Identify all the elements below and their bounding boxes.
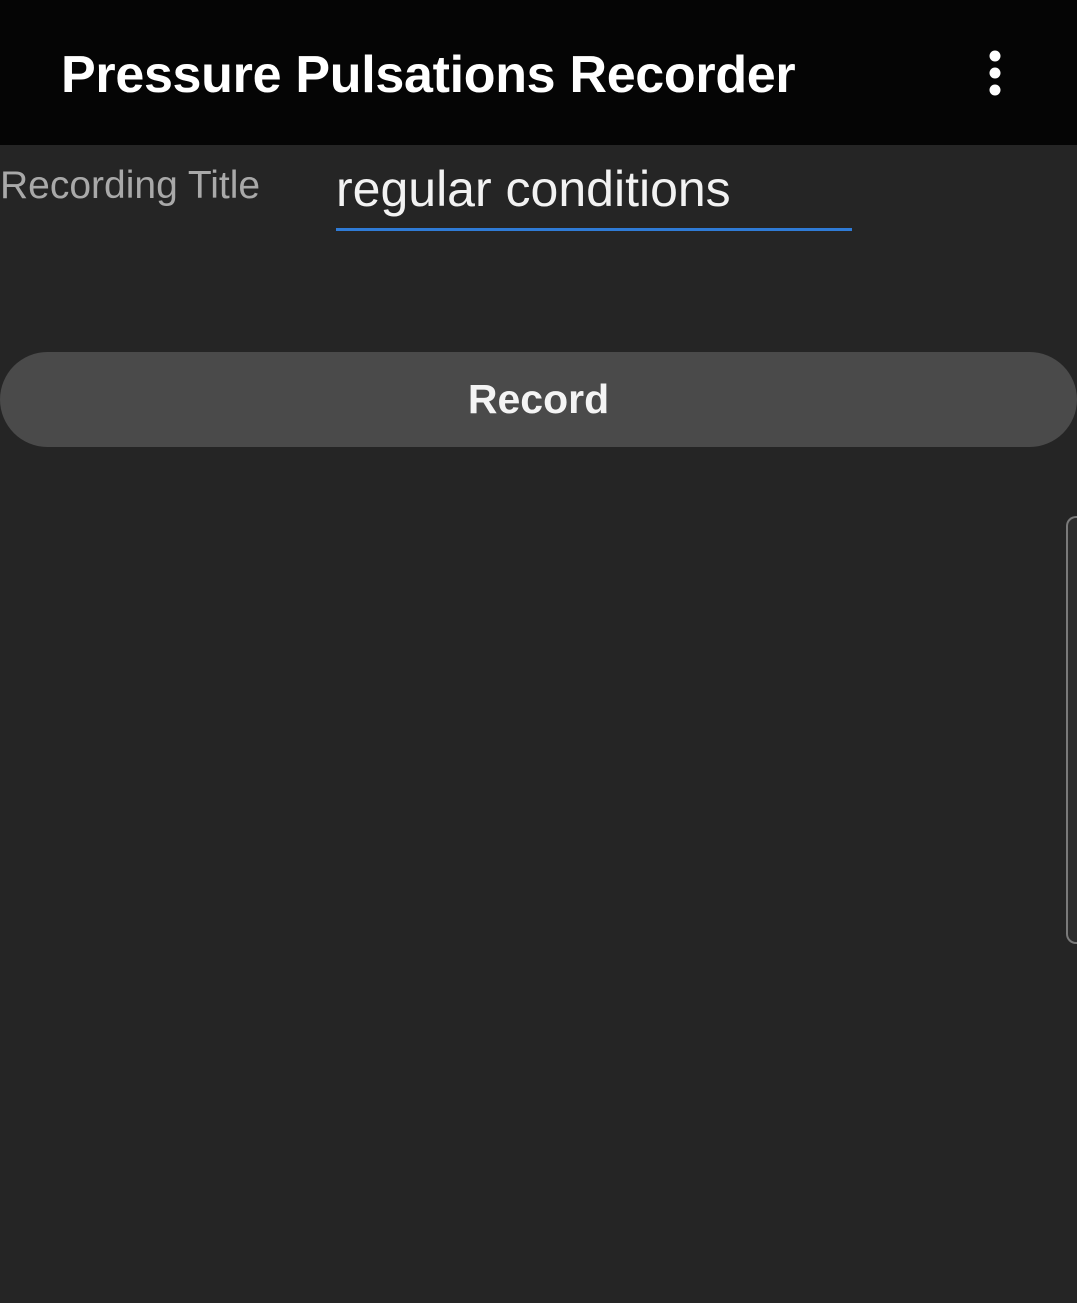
overflow-menu-button[interactable] <box>965 38 1025 106</box>
recording-title-label: Recording Title <box>0 164 261 207</box>
record-button[interactable]: Record <box>0 352 1077 447</box>
more-vertical-icon <box>989 50 1001 96</box>
app-title: Pressure Pulsations Recorder <box>61 46 796 104</box>
recording-title-input[interactable] <box>336 150 852 231</box>
edge-scroll-handle[interactable] <box>1066 516 1077 944</box>
app-bar: Pressure Pulsations Recorder <box>0 0 1077 145</box>
